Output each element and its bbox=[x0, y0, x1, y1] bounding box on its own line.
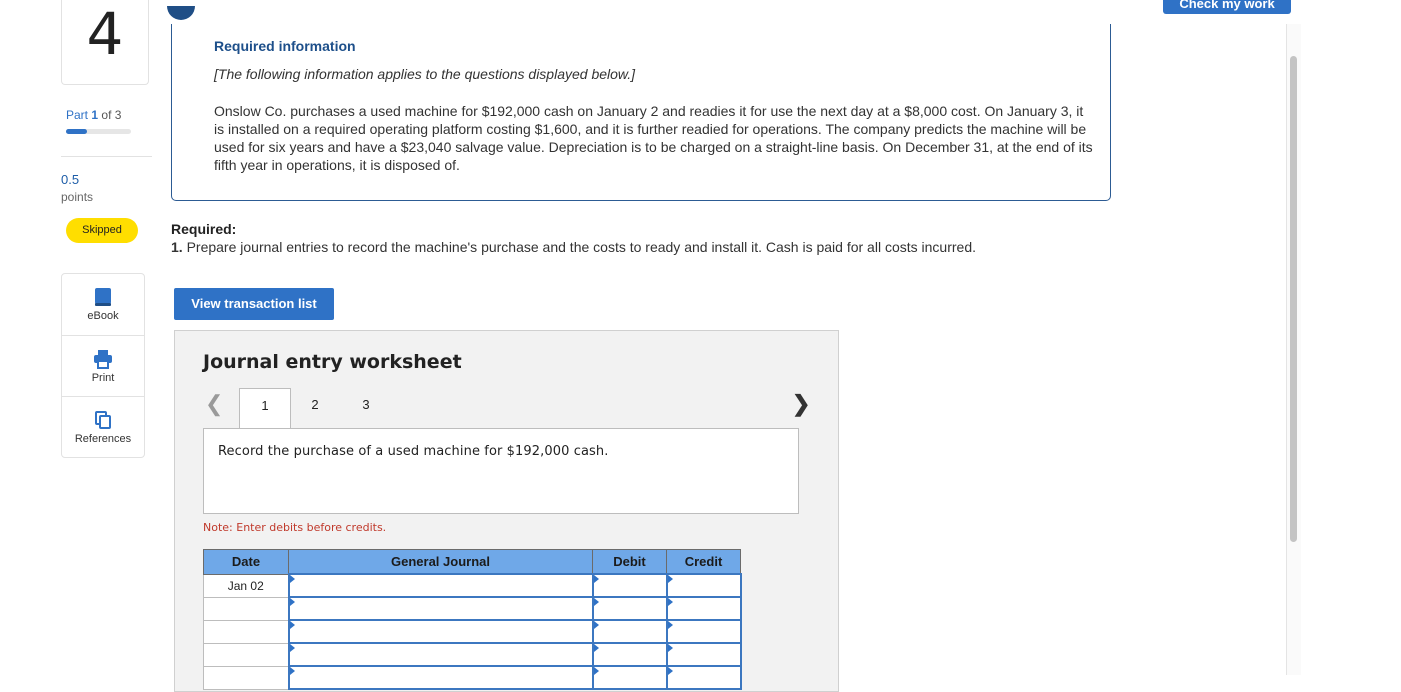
worksheet-tab-3[interactable]: 3 bbox=[341, 388, 391, 428]
worksheet-tab-2[interactable]: 2 bbox=[290, 388, 340, 428]
col-date: Date bbox=[203, 549, 289, 575]
part-progress-fill bbox=[66, 129, 88, 134]
date-cell bbox=[203, 665, 289, 690]
required-info-subheading: [The following information applies to th… bbox=[214, 66, 636, 82]
table-row bbox=[203, 596, 742, 621]
debit-input[interactable] bbox=[591, 665, 668, 690]
account-input[interactable] bbox=[287, 619, 594, 644]
points-label: points bbox=[61, 190, 94, 204]
table-row: Jan 02 bbox=[203, 573, 742, 598]
scrollbar[interactable] bbox=[1286, 24, 1301, 675]
tools-panel: eBook Print References bbox=[61, 273, 145, 458]
scrollbar-thumb[interactable] bbox=[1290, 56, 1297, 542]
required-heading: Required: bbox=[171, 221, 237, 237]
status-badge: Skipped bbox=[66, 218, 138, 243]
credit-input[interactable] bbox=[665, 642, 742, 667]
divider bbox=[61, 156, 152, 157]
col-credit: Credit bbox=[666, 549, 741, 575]
transaction-description: Record the purchase of a used machine fo… bbox=[203, 428, 799, 514]
entry-note: Note: Enter debits before credits. bbox=[203, 521, 387, 534]
ebook-button[interactable]: eBook bbox=[62, 274, 144, 334]
date-cell: Jan 02 bbox=[203, 573, 289, 598]
col-debit: Debit bbox=[592, 549, 667, 575]
question-number: 4 bbox=[86, 0, 124, 68]
debit-input[interactable] bbox=[591, 573, 668, 598]
account-input[interactable] bbox=[287, 642, 594, 667]
required-info-heading: Required information bbox=[214, 38, 356, 54]
journal-entry-worksheet: Journal entry worksheet ❮ 1 2 3 ❯ Record… bbox=[174, 330, 839, 692]
part-indicator: Part 1 of 3 bbox=[66, 108, 122, 122]
credit-input[interactable] bbox=[665, 573, 742, 598]
credit-input[interactable] bbox=[665, 596, 742, 621]
account-input[interactable] bbox=[287, 665, 594, 690]
debit-input[interactable] bbox=[591, 596, 668, 621]
worksheet-title: Journal entry worksheet bbox=[203, 351, 462, 373]
col-general-journal: General Journal bbox=[288, 549, 593, 575]
debit-input[interactable] bbox=[591, 619, 668, 644]
check-my-work-button[interactable]: Check my work bbox=[1163, 0, 1291, 14]
credit-input[interactable] bbox=[665, 665, 742, 690]
print-button[interactable]: Print bbox=[62, 335, 144, 396]
journal-table: Date General Journal Debit Credit Jan 02 bbox=[203, 549, 742, 690]
date-cell bbox=[203, 596, 289, 621]
table-row bbox=[203, 665, 742, 690]
references-button[interactable]: References bbox=[62, 396, 144, 457]
part-progress-bar bbox=[66, 129, 131, 134]
date-cell bbox=[203, 619, 289, 644]
book-icon bbox=[95, 288, 111, 306]
next-arrow-icon[interactable]: ❯ bbox=[792, 391, 810, 417]
debit-input[interactable] bbox=[591, 642, 668, 667]
account-input[interactable] bbox=[287, 596, 594, 621]
account-input[interactable] bbox=[287, 573, 594, 598]
credit-input[interactable] bbox=[665, 619, 742, 644]
printer-icon bbox=[94, 350, 112, 369]
copy-icon bbox=[95, 411, 111, 429]
points-value: 0.5 bbox=[61, 172, 80, 187]
problem-text: Onslow Co. purchases a used machine for … bbox=[214, 103, 1093, 173]
table-row bbox=[203, 642, 742, 667]
question-number-box: 4 bbox=[61, 0, 149, 85]
view-transaction-list-button[interactable]: View transaction list bbox=[174, 288, 334, 320]
worksheet-tab-1[interactable]: 1 bbox=[239, 388, 291, 429]
table-row bbox=[203, 619, 742, 644]
prev-arrow-icon[interactable]: ❮ bbox=[205, 391, 223, 417]
required-instruction: 1. Prepare journal entries to record the… bbox=[171, 239, 976, 255]
date-cell bbox=[203, 642, 289, 667]
